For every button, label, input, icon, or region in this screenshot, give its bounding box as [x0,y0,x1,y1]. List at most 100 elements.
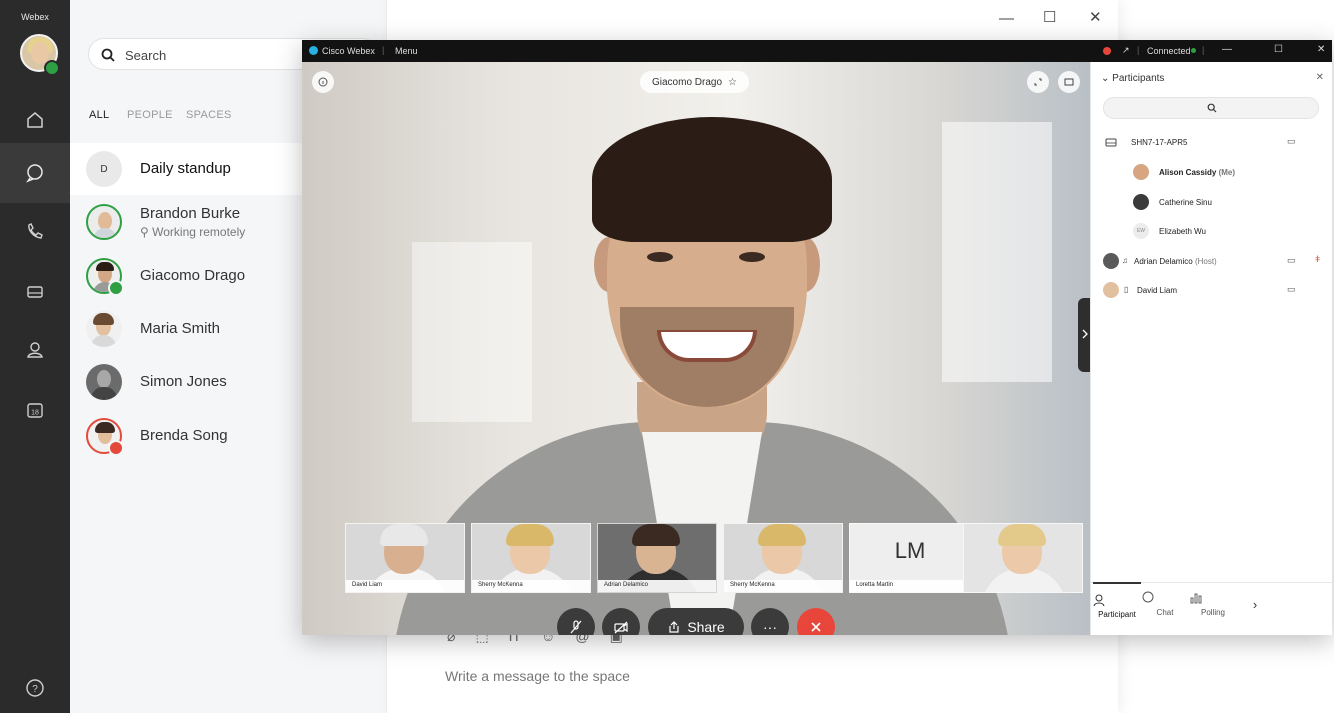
contact-name: Giacomo Drago [140,267,246,284]
participant-avatar [1133,194,1149,210]
active-speaker-video: Giacomo Drago ☆ David Liam Sherry McKenn… [302,62,1090,635]
recording-icon [1103,47,1111,55]
participant-thumbnail[interactable]: Adrian Delamico [597,523,717,593]
contact-name: Brandon Burke [140,205,241,222]
thumbnail-name: David Liam [346,580,464,592]
participant-row[interactable]: ▯ David Liam ▭ [1091,278,1333,304]
message-composer[interactable]: Write a message to the space [445,668,630,684]
mobile-icon: ▯ [1124,285,1129,294]
panel-tab-bar: Participant Chat Polling › [1091,582,1333,635]
microphone-muted-icon [570,620,582,634]
headset-icon: ♫ [1122,256,1128,265]
chevron-right-icon [1082,329,1088,339]
space-initial-avatar: D [86,151,122,187]
meeting-app-name: Cisco Webex [322,46,375,56]
thumbnail-name: Adrian Delamico [598,580,716,592]
contact-name: Maria Smith [140,320,221,337]
participant-row[interactable]: ♫ Adrian Delamico (Host) ▭ ǂ [1091,249,1333,275]
pin-icon[interactable]: ☆ [728,77,737,88]
active-speaker-name: Giacomo Drago [652,76,723,88]
messaging-icon[interactable] [19,157,51,189]
minimize-button[interactable]: — [999,10,1014,27]
participant-avatar [1103,253,1119,269]
tab-chat[interactable]: Chat [1141,591,1189,617]
contact-name: Brenda Song [140,427,228,444]
connected-dot [1191,48,1196,53]
participants-header[interactable]: ⌄ Participants [1101,73,1164,84]
search-icon [1207,103,1217,113]
thumbnail-name: Loretta Martin [850,580,968,592]
meetings-icon[interactable] [19,275,51,307]
muted-mic-icon: ǂ [1315,254,1321,264]
participant-thumbnail[interactable]: Sherry McKenna [723,523,843,593]
calendar-icon[interactable]: 18 [19,394,51,426]
video-icon: ▭ [1287,255,1296,265]
search-placeholder: Search [125,48,167,63]
thumbnail-initials: LM [894,538,926,563]
layout-icon[interactable] [1058,71,1080,93]
menu-button[interactable]: Menu [395,46,418,56]
participant-row[interactable]: Catherine Sinu [1091,190,1333,216]
chevron-down-icon: ⌄ [1101,73,1113,84]
participant-thumbnail[interactable]: David Liam [345,523,465,593]
more-tabs-chevron-icon[interactable]: › [1231,597,1279,612]
location-icon: ⚲ [140,225,153,239]
contact-avatar [86,364,122,400]
app-brand: Webex [21,12,49,22]
filter-spaces[interactable]: SPACES [186,109,232,121]
chat-icon [1141,591,1189,605]
participant-initials-avatar: EW [1133,223,1149,239]
tab-polling[interactable]: Polling [1189,591,1237,617]
participant-search-input[interactable] [1103,97,1319,119]
active-speaker-chip[interactable]: Giacomo Drago ☆ [640,71,749,93]
polling-icon [1189,591,1237,605]
thumbnail-name: Sherry McKenna [724,580,842,592]
contact-name: Simon Jones [140,373,227,390]
participant-name: Catherine Sinu [1159,198,1212,207]
participant-thumbnail[interactable]: LM Loretta Martin [849,523,969,593]
home-icon[interactable] [19,104,51,136]
participant-avatar [1103,282,1119,298]
participant-icon [1093,593,1141,607]
meeting-titlebar: Cisco Webex | Menu ↗ | Connected | — ☐ ✕ [302,40,1332,62]
participant-row[interactable]: Alison Cassidy (Me) [1091,160,1333,186]
video-icon: ▭ [1287,284,1296,294]
do-not-disturb-badge [108,440,124,456]
video-icon: ▭ [1287,136,1296,146]
calls-icon[interactable] [19,216,51,248]
close-icon [811,622,821,632]
space-name: Daily standup [140,160,231,177]
contact-status: ⚲ Working remotely [140,225,246,239]
meeting-info-icon[interactable] [312,71,334,93]
participant-thumbnail[interactable] [963,523,1083,593]
camera-off-icon [614,621,628,634]
tab-participant[interactable]: Participant [1093,582,1141,619]
participant-name: Adrian Delamico (Host) [1134,257,1217,266]
maximize-button[interactable]: ☐ [1043,8,1056,26]
help-icon[interactable]: ? [19,672,51,704]
close-panel-button[interactable]: ✕ [1316,72,1324,83]
meeting-close-button[interactable]: ✕ [1317,44,1325,55]
navigation-rail: Webex 18 ? [0,0,70,713]
meeting-minimize-button[interactable]: — [1222,44,1232,55]
network-icon: ↗ [1122,45,1130,55]
close-button[interactable]: ✕ [1089,8,1102,26]
filter-people[interactable]: PEOPLE [127,109,173,121]
contacts-icon[interactable] [19,334,51,366]
presence-badge [44,60,60,76]
filter-all[interactable]: ALL [89,109,109,121]
meeting-maximize-button[interactable]: ☐ [1274,44,1283,55]
participants-panel: ⌄ Participants ✕ SHN7-17-APR5 ▭ Alison C… [1090,62,1333,635]
svg-text:?: ? [32,684,38,695]
participant-name: Alison Cassidy (Me) [1159,168,1236,177]
fullscreen-icon[interactable] [1027,71,1049,93]
participant-row[interactable]: EW Elizabeth Wu [1091,219,1333,245]
device-row[interactable]: SHN7-17-APR5 ▭ [1091,130,1333,156]
share-button[interactable]: Share [648,608,744,635]
participant-thumbnail[interactable]: Sherry McKenna [471,523,591,593]
calendar-day: 18 [31,410,39,417]
thumbnail-name: Sherry McKenna [472,580,590,592]
device-icon [1105,138,1117,147]
share-icon [669,621,679,633]
in-call-badge [108,280,124,296]
